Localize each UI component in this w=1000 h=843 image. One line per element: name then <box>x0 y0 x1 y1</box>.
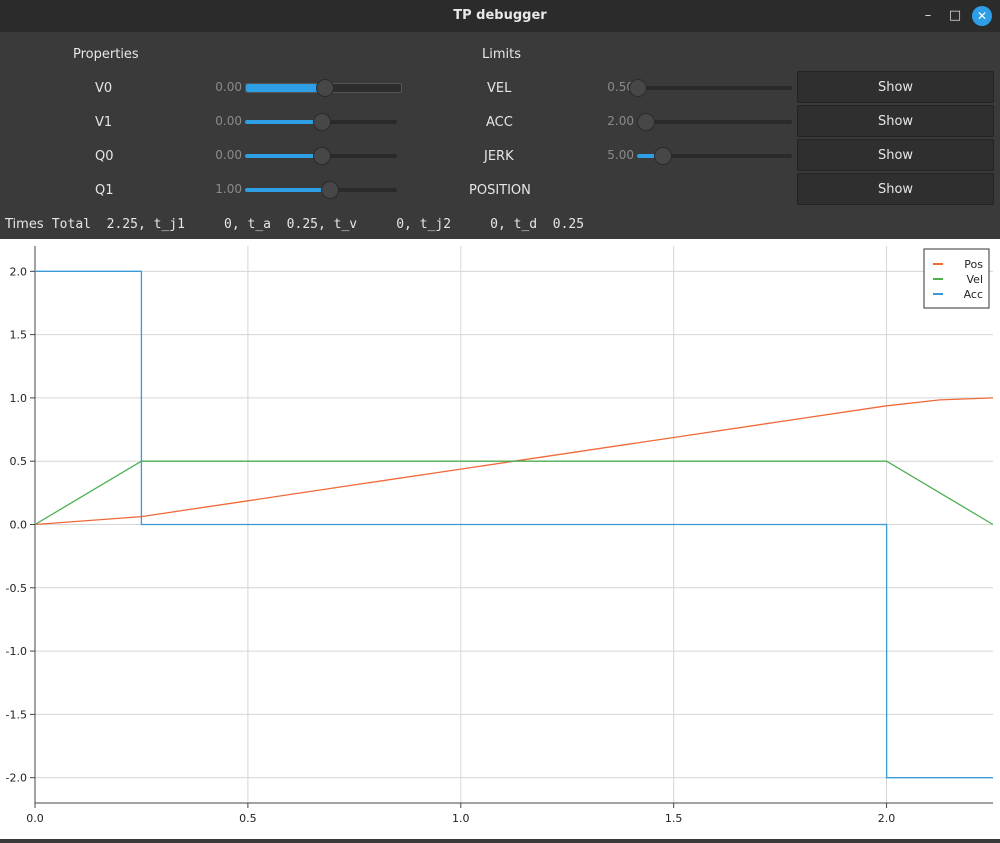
show-jerk-button[interactable]: Show <box>797 139 994 171</box>
slider-v1[interactable] <box>245 113 397 131</box>
times-values: Total 2.25, t_j1 0, t_a 0.25, t_v 0, t_j… <box>51 217 585 232</box>
x-tick-label: 2.0 <box>878 812 896 825</box>
slider-v0[interactable] <box>245 79 402 97</box>
legend-label: Vel <box>967 273 984 286</box>
window-title: TP debugger <box>453 8 547 23</box>
slider-handle[interactable] <box>313 113 331 131</box>
times-bar: Times Total 2.25, t_j1 0, t_a 0.25, t_v … <box>5 217 584 232</box>
legend-label: Pos <box>964 258 983 271</box>
y-tick-label: -1.0 <box>6 645 27 658</box>
slider-handle[interactable] <box>315 79 334 97</box>
slider-fill <box>245 154 321 158</box>
maximize-icon[interactable]: □ <box>945 6 965 26</box>
show-vel-button[interactable]: Show <box>797 71 994 103</box>
limit-label-vel: VEL <box>487 81 512 96</box>
property-value-v0: 0.00 <box>215 80 242 94</box>
y-tick-label: -1.5 <box>6 708 27 721</box>
x-tick-label: 1.0 <box>452 812 470 825</box>
control-panel: Properties Limits V0 0.00 V1 0.00 Q0 0.0… <box>0 32 1000 239</box>
y-tick-label: -0.5 <box>6 582 27 595</box>
y-tick-label: 1.5 <box>10 329 28 342</box>
y-tick-label: 1.0 <box>10 392 28 405</box>
property-label-v0: V0 <box>95 81 113 96</box>
title-bar: TP debugger – □ ✕ <box>0 0 1000 32</box>
plot-area: 0.0 0.5 1.0 1.5 2.0 2.0 1.5 1.0 0.5 0.0 -0.5 -1.0 -1… <box>0 239 1000 839</box>
slider-handle[interactable] <box>636 113 655 131</box>
limits-header: Limits <box>482 47 521 62</box>
slider-q1[interactable] <box>245 181 397 199</box>
y-tick-label: -2.0 <box>6 772 27 785</box>
limit-value-jerk: 5.00 <box>607 148 634 162</box>
slider-acc[interactable] <box>636 113 792 131</box>
property-label-v1: V1 <box>95 115 113 130</box>
series-line-acc <box>35 270 993 779</box>
x-tick-label: 0.5 <box>239 812 257 825</box>
properties-header: Properties <box>73 47 139 62</box>
slider-fill <box>246 84 324 92</box>
x-tick-label: 0.0 <box>26 812 44 825</box>
minimize-icon[interactable]: – <box>918 6 938 26</box>
limit-label-jerk: JERK <box>484 149 514 164</box>
slider-handle[interactable] <box>320 181 339 199</box>
y-tick-label: 0.0 <box>10 519 28 532</box>
slider-jerk[interactable] <box>637 147 792 165</box>
property-value-v1: 0.00 <box>215 114 242 128</box>
show-acc-button[interactable]: Show <box>797 105 994 137</box>
legend-label: Acc <box>964 288 983 301</box>
property-value-q1: 1.00 <box>215 182 242 196</box>
slider-q0[interactable] <box>245 147 397 165</box>
show-position-button[interactable]: Show <box>797 173 994 205</box>
slider-handle[interactable] <box>653 147 672 165</box>
property-value-q0: 0.00 <box>215 148 242 162</box>
limit-value-vel: 0.50 <box>607 80 634 94</box>
y-tick-label: 0.5 <box>10 455 28 468</box>
slider-vel[interactable] <box>629 79 792 97</box>
series-line-vel <box>34 460 994 526</box>
close-icon[interactable]: ✕ <box>972 6 992 26</box>
property-label-q0: Q0 <box>95 149 114 164</box>
trajectory-chart: 0.0 0.5 1.0 1.5 2.0 2.0 1.5 1.0 0.5 0.0 -0.5 -1.0 -1… <box>6 246 994 825</box>
property-label-q1: Q1 <box>95 183 114 198</box>
limit-value-acc: 2.00 <box>607 114 634 128</box>
slider-fill <box>245 120 321 124</box>
limit-label-acc: ACC <box>486 115 513 130</box>
limit-label-position: POSITION <box>469 183 531 198</box>
slider-handle[interactable] <box>629 79 647 97</box>
slider-fill <box>245 188 329 192</box>
slider-handle[interactable] <box>313 147 331 165</box>
times-label: Times <box>5 217 44 232</box>
y-tick-label: 2.0 <box>10 265 28 278</box>
x-tick-label: 1.5 <box>665 812 683 825</box>
